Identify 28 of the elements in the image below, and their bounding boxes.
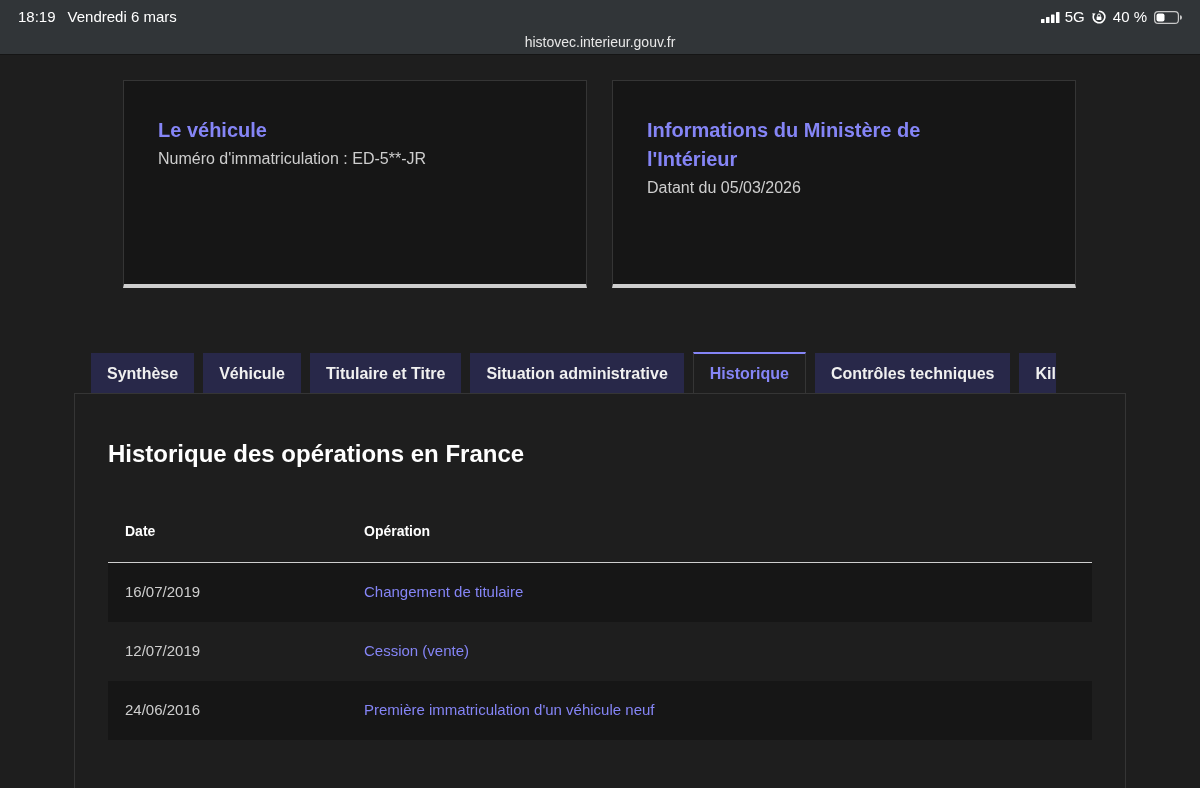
tab[interactable]: Titulaire et Titre [309,353,462,393]
operation-cell-text: Changement de titulaire [364,582,524,603]
tab[interactable]: Situation administrative [470,353,684,393]
rotation-lock-icon [1091,10,1106,24]
network-label: 5G [1064,6,1085,27]
status-time: 18:19 [18,6,56,27]
operation-cell-text: Première immatriculation d'un véhicule neuf [364,700,655,721]
status-date: Vendredi 6 mars [67,6,177,27]
date-cell: 16/07/2019 [125,583,201,601]
column-header: Date [125,522,157,541]
card-title: Le véhicule [158,118,268,143]
battery-icon [1154,10,1182,24]
date-cell: 24/06/2016 [125,701,201,719]
card-title: Informations du Ministère de l'Intérieur [647,118,922,172]
address-bar-url[interactable]: histovec.interieur.gouv.fr [524,34,676,50]
card-text: Datant du 05/03/2026 [647,178,802,198]
card-text: Numéro d'immatriculation : ED-5**-JR [158,149,427,169]
battery-percentage: 40 % [1112,6,1147,27]
tab[interactable]: Synthèse [91,353,195,393]
operation-cell-text: Cession (vente) [364,641,470,662]
section-heading: Historique des opérations en France [108,439,526,469]
date-cell: 12/07/2019 [125,642,201,660]
tab[interactable]: Historique [692,352,806,393]
tab[interactable]: Véhicule [203,353,301,393]
signal-icon [1040,11,1060,23]
tab[interactable]: Contrôles techniques [814,353,1011,393]
column-header: Opération [364,522,431,541]
tab[interactable]: Kil [1019,353,1056,393]
